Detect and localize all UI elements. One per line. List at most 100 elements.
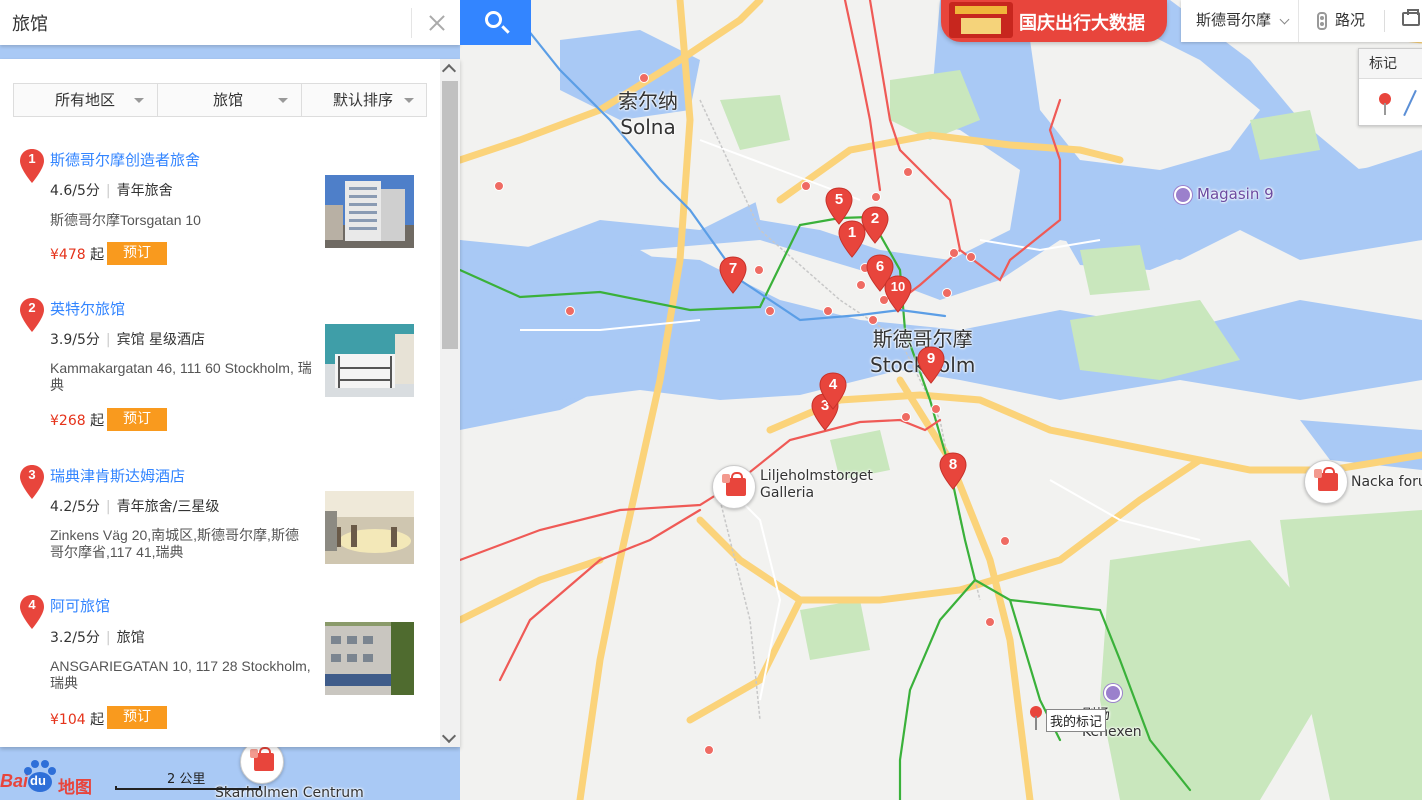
attraction-icon[interactable]: [1174, 186, 1192, 204]
map-label-liljeholm-line1: Liljeholmstorget: [760, 468, 873, 484]
search-button[interactable]: [460, 0, 531, 45]
book-button[interactable]: 预订: [107, 408, 167, 431]
search-input[interactable]: [0, 0, 410, 45]
hotel-dot[interactable]: [565, 306, 575, 316]
result-rating: 4.6/5分: [50, 183, 100, 199]
scroll-down-icon[interactable]: [441, 728, 457, 744]
map-marker-number: 6: [875, 258, 885, 275]
marker-pin-icon: 1: [20, 149, 44, 183]
scale-text: 2 公里: [167, 772, 206, 787]
filter-category[interactable]: 旅馆: [158, 84, 301, 116]
result-price: ¥268 起: [50, 410, 104, 430]
map-marker-number: 8: [948, 456, 958, 473]
map-marker-pin-icon[interactable]: 8: [939, 452, 967, 490]
my-mark-pin-icon[interactable]: [1030, 706, 1042, 730]
hotel-dot[interactable]: [1000, 536, 1010, 546]
hotel-dot[interactable]: [754, 265, 764, 275]
book-button[interactable]: 预订: [107, 242, 167, 265]
shopping-bag-icon[interactable]: [712, 465, 756, 509]
hotel-dot[interactable]: [966, 252, 976, 262]
result-name[interactable]: 斯德哥尔摩创造者旅舍: [50, 149, 200, 170]
map-label-solna-en: Solna: [620, 115, 676, 139]
my-mark-label[interactable]: 我的标记: [1046, 709, 1107, 732]
list-item[interactable]: 2 英特尔旅馆 3.9/5分 | 宾馆 星级酒店 Kammakargatan 46,…: [0, 298, 440, 458]
filter-category-label: 旅馆: [213, 91, 244, 109]
line-tool-icon[interactable]: [1403, 89, 1417, 117]
result-rating: 3.9/5分: [50, 332, 100, 348]
promo-banner[interactable]: 国庆出行大数据: [941, 0, 1167, 42]
hotel-thumbnail[interactable]: [325, 622, 414, 695]
result-name[interactable]: 英特尔旅馆: [50, 298, 125, 319]
mark-panel-title: 标记: [1359, 49, 1422, 79]
logo-du: du: [30, 773, 46, 788]
map-marker-pin-icon[interactable]: 10: [884, 275, 912, 313]
hotel-dot[interactable]: [871, 192, 881, 202]
result-address: Kammakargatan 46, 111 60 Stockholm, 瑞典: [50, 360, 312, 393]
chevron-down-icon: [1279, 14, 1290, 25]
map-marker-pin-icon[interactable]: 5: [825, 187, 853, 225]
result-name[interactable]: 瑞典津肯斯达姆酒店: [50, 465, 185, 486]
book-button[interactable]: 预订: [107, 706, 167, 729]
dropdown-arrow-icon: [404, 98, 414, 103]
map-label-liljeholmstorget[interactable]: Liljeholmstorget Galleria: [760, 468, 873, 502]
map-label-nacka[interactable]: Nacka foru: [1351, 474, 1422, 491]
filter-sort[interactable]: 默认排序: [302, 84, 428, 116]
hotel-dot[interactable]: [903, 167, 913, 177]
map-marker-pin-icon[interactable]: 9: [917, 346, 945, 384]
scrollbar[interactable]: [440, 59, 460, 747]
city-select[interactable]: 斯德哥尔摩: [1181, 0, 1299, 42]
hotel-dot[interactable]: [639, 73, 649, 83]
hotel-thumbnail[interactable]: [325, 175, 414, 248]
hotel-dot[interactable]: [494, 181, 504, 191]
marker-number: 4: [28, 597, 36, 612]
map-label-magasin[interactable]: Magasin 9: [1197, 185, 1274, 203]
list-item[interactable]: 4 阿可旅馆 3.2/5分 | 旅馆 ANSGARIEGATAN 10, 117 2…: [0, 595, 440, 745]
price-value: ¥268: [50, 413, 86, 429]
map-marker-pin-icon[interactable]: 2: [861, 206, 889, 244]
theatre-icon[interactable]: [1104, 684, 1122, 702]
scroll-thumb[interactable]: [442, 81, 458, 349]
shopping-bag-icon[interactable]: [1304, 460, 1348, 504]
result-name[interactable]: 阿可旅馆: [50, 595, 110, 616]
result-rating: 4.2/5分: [50, 499, 100, 515]
price-unit: 起: [90, 712, 105, 728]
map-marker-number: 4: [828, 376, 838, 393]
map-marker-pin-icon[interactable]: 7: [719, 256, 747, 294]
hotel-dot[interactable]: [704, 745, 714, 755]
scroll-up-icon[interactable]: [441, 63, 457, 79]
map-marker-number: 7: [728, 260, 738, 277]
result-price: ¥104 起: [50, 709, 104, 729]
list-item[interactable]: 3 瑞典津肯斯达姆酒店 4.2/5分 | 青年旅舍/三星级 Zinkens Väg …: [0, 465, 440, 605]
map-marker-number: 9: [926, 350, 936, 367]
hotel-dot[interactable]: [931, 404, 941, 414]
hotel-dot[interactable]: [901, 412, 911, 422]
traffic-button[interactable]: 路况: [1309, 0, 1365, 42]
tiananmen-icon: [949, 2, 1013, 38]
hotel-dot[interactable]: [765, 306, 775, 316]
map-marker-pin-icon[interactable]: 4: [819, 372, 847, 410]
map-label-solna: 索尔纳 Solna: [618, 88, 678, 140]
hotel-dot[interactable]: [942, 288, 952, 298]
filter-sort-label: 默认排序: [333, 91, 394, 109]
hotel-dot[interactable]: [801, 181, 811, 191]
marker-pin-icon: 3: [20, 465, 44, 499]
clear-icon[interactable]: [411, 8, 460, 38]
list-item[interactable]: 1 斯德哥尔摩创造者旅舍 4.6/5分 | 青年旅舍 斯德哥尔摩Torsgatan …: [0, 149, 440, 289]
promo-text: 国庆出行大数据: [1019, 13, 1145, 34]
hotel-dot[interactable]: [985, 617, 995, 627]
filter-region[interactable]: 所有地区: [14, 84, 157, 116]
price-value: ¥104: [50, 712, 86, 728]
hotel-dot[interactable]: [856, 280, 866, 290]
hotel-thumbnail[interactable]: [325, 491, 414, 564]
hotel-dot[interactable]: [868, 315, 878, 325]
dropdown-arrow-icon: [134, 98, 144, 103]
hotel-dot[interactable]: [949, 248, 959, 258]
hotel-dot[interactable]: [823, 306, 833, 316]
search-box: [0, 0, 460, 45]
toolbox-icon[interactable]: [1402, 9, 1420, 26]
city-select-label: 斯德哥尔摩: [1196, 11, 1272, 29]
pin-tool-icon[interactable]: [1379, 93, 1391, 115]
hotel-thumbnail[interactable]: [325, 324, 414, 397]
marker-pin-icon: 2: [20, 298, 44, 332]
baidu-logo: Bai du 地图: [0, 760, 100, 798]
